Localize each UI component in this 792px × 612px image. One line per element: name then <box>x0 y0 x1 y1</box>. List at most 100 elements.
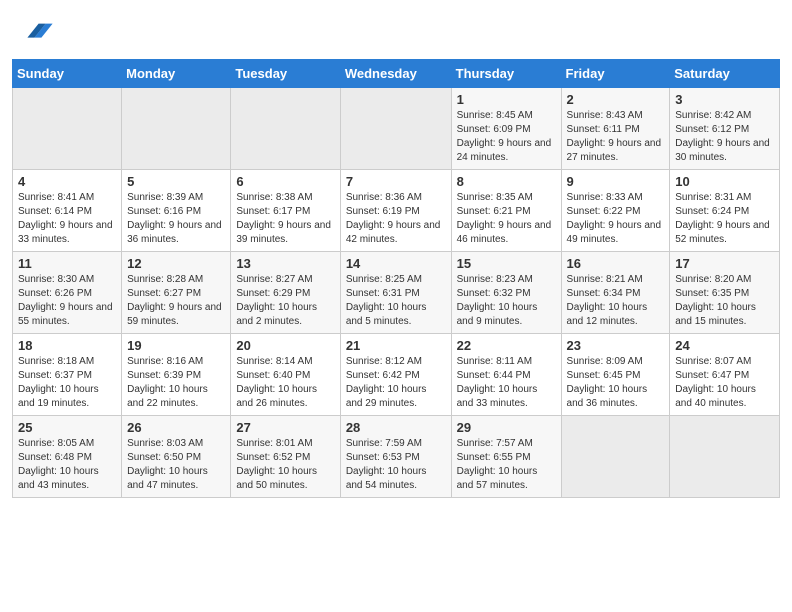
calendar-cell: 3 Sunrise: 8:42 AM Sunset: 6:12 PM Daylig… <box>670 88 780 170</box>
weekday-header-tuesday: Tuesday <box>231 60 340 88</box>
day-number: 20 <box>236 338 334 353</box>
calendar-cell <box>340 88 451 170</box>
weekday-header-friday: Friday <box>561 60 670 88</box>
day-info: Sunrise: 8:33 AM Sunset: 6:22 PM Dayligh… <box>567 191 665 247</box>
calendar-cell: 5 Sunrise: 8:39 AM Sunset: 6:16 PM Daylig… <box>122 170 231 252</box>
day-number: 25 <box>18 420 116 435</box>
calendar-cell <box>231 88 340 170</box>
calendar-cell: 15Sunrise: 8:23 AM Sunset: 6:32 PM Dayli… <box>451 252 561 334</box>
day-number: 1 <box>457 92 556 107</box>
calendar-cell <box>670 416 780 498</box>
logo <box>24 18 58 51</box>
day-number: 17 <box>675 256 774 271</box>
calendar-cell: 27 Sunrise: 8:01 AM Sunset: 6:52 PM Dayli… <box>231 416 340 498</box>
calendar-cell <box>122 88 231 170</box>
calendar-cell: 22 Sunrise: 8:11 AM Sunset: 6:44 PM Dayli… <box>451 334 561 416</box>
calendar-cell: 21 Sunrise: 8:12 AM Sunset: 6:42 PM Dayli… <box>340 334 451 416</box>
day-number: 28 <box>346 420 446 435</box>
day-number: 9 <box>567 174 665 189</box>
calendar-week-2: 4Sunrise: 8:41 AM Sunset: 6:14 PM Daylig… <box>13 170 780 252</box>
calendar-header-row: SundayMondayTuesdayWednesdayThursdayFrid… <box>13 60 780 88</box>
day-info: Sunrise: 7:59 AM Sunset: 6:53 PM Dayligh… <box>346 437 446 493</box>
day-info: Sunrise: 8:39 AM Sunset: 6:16 PM Dayligh… <box>127 191 225 247</box>
day-number: 5 <box>127 174 225 189</box>
calendar-week-3: 11Sunrise: 8:30 AM Sunset: 6:26 PM Dayli… <box>13 252 780 334</box>
day-info: Sunrise: 7:57 AM Sunset: 6:55 PM Dayligh… <box>457 437 556 493</box>
day-number: 19 <box>127 338 225 353</box>
calendar-week-1: 1 Sunrise: 8:45 AM Sunset: 6:09 PM Daylig… <box>13 88 780 170</box>
day-number: 12 <box>127 256 225 271</box>
calendar-cell: 10Sunrise: 8:31 AM Sunset: 6:24 PM Dayli… <box>670 170 780 252</box>
day-number: 18 <box>18 338 116 353</box>
day-number: 10 <box>675 174 774 189</box>
calendar-cell: 13 Sunrise: 8:27 AM Sunset: 6:29 PM Dayli… <box>231 252 340 334</box>
day-info: Sunrise: 8:25 AM Sunset: 6:31 PM Dayligh… <box>346 273 446 329</box>
day-number: 23 <box>567 338 665 353</box>
day-number: 14 <box>346 256 446 271</box>
day-info: Sunrise: 8:43 AM Sunset: 6:11 PM Dayligh… <box>567 109 665 165</box>
day-info: Sunrise: 8:07 AM Sunset: 6:47 PM Dayligh… <box>675 355 774 411</box>
calendar-cell: 2 Sunrise: 8:43 AM Sunset: 6:11 PM Daylig… <box>561 88 670 170</box>
day-info: Sunrise: 8:14 AM Sunset: 6:40 PM Dayligh… <box>236 355 334 411</box>
day-number: 24 <box>675 338 774 353</box>
day-number: 27 <box>236 420 334 435</box>
calendar-cell: 19 Sunrise: 8:16 AM Sunset: 6:39 PM Dayli… <box>122 334 231 416</box>
day-number: 22 <box>457 338 556 353</box>
calendar-cell: 23 Sunrise: 8:09 AM Sunset: 6:45 PM Dayli… <box>561 334 670 416</box>
day-number: 8 <box>457 174 556 189</box>
day-number: 13 <box>236 256 334 271</box>
day-info: Sunrise: 8:11 AM Sunset: 6:44 PM Dayligh… <box>457 355 556 411</box>
day-number: 11 <box>18 256 116 271</box>
calendar-cell: 9 Sunrise: 8:33 AM Sunset: 6:22 PM Daylig… <box>561 170 670 252</box>
calendar-cell: 18 Sunrise: 8:18 AM Sunset: 6:37 PM Dayli… <box>13 334 122 416</box>
calendar-cell: 16Sunrise: 8:21 AM Sunset: 6:34 PM Dayli… <box>561 252 670 334</box>
day-info: Sunrise: 8:01 AM Sunset: 6:52 PM Dayligh… <box>236 437 334 493</box>
day-info: Sunrise: 8:45 AM Sunset: 6:09 PM Dayligh… <box>457 109 556 165</box>
day-number: 21 <box>346 338 446 353</box>
day-number: 26 <box>127 420 225 435</box>
day-info: Sunrise: 8:36 AM Sunset: 6:19 PM Dayligh… <box>346 191 446 247</box>
calendar-cell: 7 Sunrise: 8:36 AM Sunset: 6:19 PM Daylig… <box>340 170 451 252</box>
day-info: Sunrise: 8:27 AM Sunset: 6:29 PM Dayligh… <box>236 273 334 329</box>
day-number: 29 <box>457 420 556 435</box>
logo-icon <box>26 18 54 46</box>
day-info: Sunrise: 8:42 AM Sunset: 6:12 PM Dayligh… <box>675 109 774 165</box>
calendar-cell: 28 Sunrise: 7:59 AM Sunset: 6:53 PM Dayli… <box>340 416 451 498</box>
calendar-cell: 26 Sunrise: 8:03 AM Sunset: 6:50 PM Dayli… <box>122 416 231 498</box>
weekday-header-sunday: Sunday <box>13 60 122 88</box>
day-number: 7 <box>346 174 446 189</box>
day-info: Sunrise: 8:18 AM Sunset: 6:37 PM Dayligh… <box>18 355 116 411</box>
day-number: 3 <box>675 92 774 107</box>
calendar-cell: 11Sunrise: 8:30 AM Sunset: 6:26 PM Dayli… <box>13 252 122 334</box>
day-info: Sunrise: 8:12 AM Sunset: 6:42 PM Dayligh… <box>346 355 446 411</box>
calendar-cell <box>561 416 670 498</box>
calendar-week-5: 25 Sunrise: 8:05 AM Sunset: 6:48 PM Dayli… <box>13 416 780 498</box>
calendar-body: 1 Sunrise: 8:45 AM Sunset: 6:09 PM Daylig… <box>13 88 780 498</box>
calendar-cell: 14 Sunrise: 8:25 AM Sunset: 6:31 PM Dayli… <box>340 252 451 334</box>
calendar-week-4: 18 Sunrise: 8:18 AM Sunset: 6:37 PM Dayli… <box>13 334 780 416</box>
calendar-cell: 12 Sunrise: 8:28 AM Sunset: 6:27 PM Dayli… <box>122 252 231 334</box>
day-number: 15 <box>457 256 556 271</box>
calendar-cell: 8Sunrise: 8:35 AM Sunset: 6:21 PM Daylig… <box>451 170 561 252</box>
calendar-cell: 20 Sunrise: 8:14 AM Sunset: 6:40 PM Dayli… <box>231 334 340 416</box>
day-info: Sunrise: 8:21 AM Sunset: 6:34 PM Dayligh… <box>567 273 665 329</box>
day-info: Sunrise: 8:05 AM Sunset: 6:48 PM Dayligh… <box>18 437 116 493</box>
day-info: Sunrise: 8:03 AM Sunset: 6:50 PM Dayligh… <box>127 437 225 493</box>
calendar-cell: 25 Sunrise: 8:05 AM Sunset: 6:48 PM Dayli… <box>13 416 122 498</box>
day-number: 2 <box>567 92 665 107</box>
day-info: Sunrise: 8:20 AM Sunset: 6:35 PM Dayligh… <box>675 273 774 329</box>
weekday-header-thursday: Thursday <box>451 60 561 88</box>
calendar-cell: 29 Sunrise: 7:57 AM Sunset: 6:55 PM Dayli… <box>451 416 561 498</box>
day-number: 4 <box>18 174 116 189</box>
day-number: 6 <box>236 174 334 189</box>
calendar-table: SundayMondayTuesdayWednesdayThursdayFrid… <box>12 59 780 498</box>
calendar-cell: 4Sunrise: 8:41 AM Sunset: 6:14 PM Daylig… <box>13 170 122 252</box>
day-info: Sunrise: 8:28 AM Sunset: 6:27 PM Dayligh… <box>127 273 225 329</box>
day-info: Sunrise: 8:09 AM Sunset: 6:45 PM Dayligh… <box>567 355 665 411</box>
page-header <box>0 0 792 59</box>
weekday-header-wednesday: Wednesday <box>340 60 451 88</box>
weekday-header-monday: Monday <box>122 60 231 88</box>
calendar-cell: 24 Sunrise: 8:07 AM Sunset: 6:47 PM Dayli… <box>670 334 780 416</box>
day-info: Sunrise: 8:16 AM Sunset: 6:39 PM Dayligh… <box>127 355 225 411</box>
calendar-cell: 6Sunrise: 8:38 AM Sunset: 6:17 PM Daylig… <box>231 170 340 252</box>
